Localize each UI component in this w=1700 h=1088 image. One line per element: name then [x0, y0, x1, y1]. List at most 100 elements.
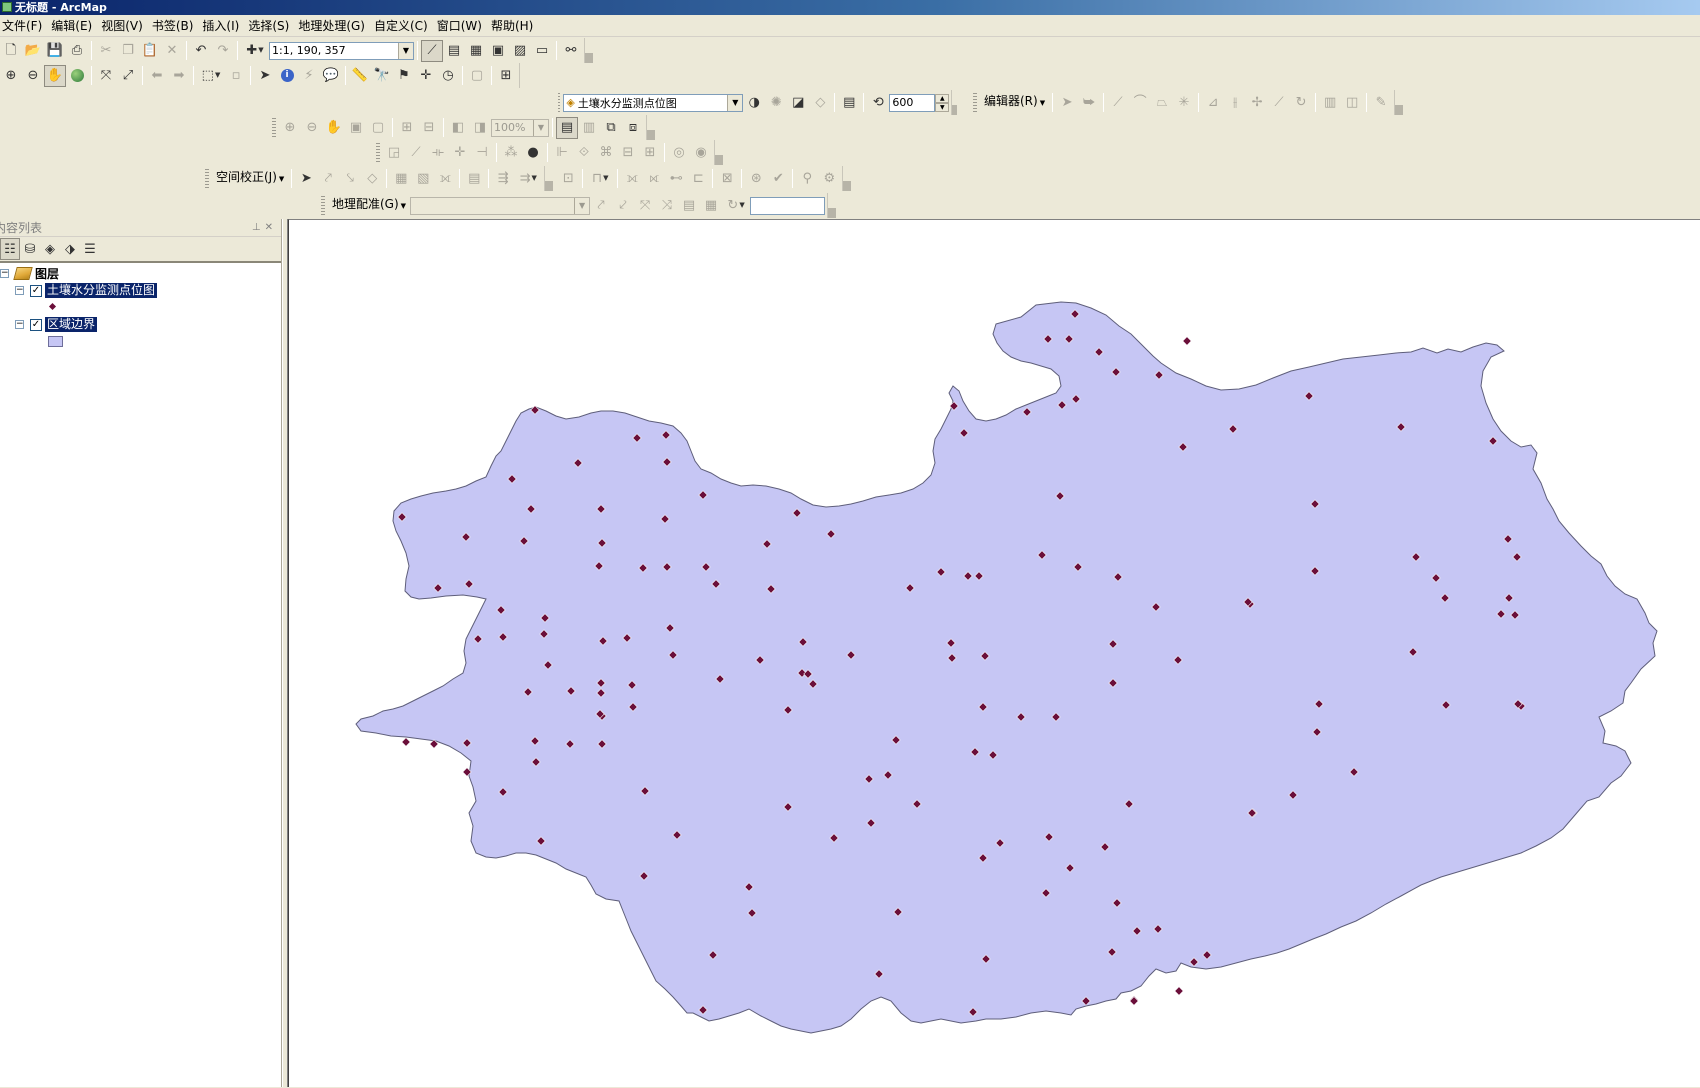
reshape-edge-icon[interactable]: ✛ — [449, 142, 471, 164]
monitoring-point[interactable] — [1182, 336, 1192, 346]
identity-link-icon[interactable]: ▦ — [390, 168, 412, 190]
copy-icon[interactable]: ❐ — [117, 40, 139, 62]
zoom-in-icon[interactable]: ⊕ — [0, 65, 22, 87]
zoom-percent-combo[interactable]: 100% ▼ — [491, 118, 549, 137]
print-icon[interactable]: ⎙ — [66, 40, 88, 62]
open-time-slider-icon[interactable]: ◷ — [437, 65, 459, 87]
zoom-whole-page-icon[interactable]: ▣ — [345, 117, 367, 139]
map-scale-combo[interactable]: 1:1, 190, 357 ▼ — [269, 41, 414, 60]
generate-links-icon[interactable]: ⟖ — [643, 168, 665, 190]
toolbar-grip[interactable] — [205, 169, 209, 188]
layer-visibility-checkbox[interactable]: ✓ — [30, 284, 42, 297]
error-inspector-icon[interactable]: ⊟ — [617, 142, 639, 164]
brightness-icon[interactable]: ✺ — [765, 92, 787, 114]
reshape-icon[interactable]: ⫲ — [1224, 92, 1246, 114]
rotate-georef-icon[interactable]: ↻ ▼ — [722, 195, 750, 217]
clear-links-icon[interactable]: ⊏ — [687, 168, 709, 190]
region-boundary-polygon[interactable] — [355, 301, 1658, 1034]
attributes-icon[interactable]: ▥ — [1319, 92, 1341, 114]
paste-icon[interactable]: 📋 — [139, 40, 161, 62]
error-inspector-window-icon[interactable]: ◎ — [668, 142, 690, 164]
georef-input[interactable] — [750, 196, 826, 215]
layout-pan-icon[interactable]: ✋ — [323, 117, 345, 139]
construct-features-icon[interactable]: ⟐ — [573, 142, 595, 164]
data-driven-pages-icon[interactable]: ⧈ — [622, 117, 644, 139]
zoom-to-link-icon[interactable]: ⤧ — [634, 195, 656, 217]
link-table-icon[interactable]: ✔ — [767, 168, 789, 190]
map-view[interactable] — [288, 219, 1700, 1087]
layer-item-monitoring-points[interactable]: − ✓ 土壤水分监测点位图 — [15, 282, 158, 299]
catalog-icon[interactable]: ▦ — [465, 40, 487, 62]
georeferencing-menu[interactable]: 地理配准(G) ▼ — [328, 193, 410, 218]
tolerance-spinner[interactable]: ▲ ▼ — [935, 93, 950, 112]
target-layer-combo[interactable]: ◈ 土壤水分监测点位图 ▼ — [563, 93, 744, 112]
new-displacement-link-icon[interactable]: ⤤ — [317, 168, 339, 190]
toolbar-options-icon[interactable] — [584, 38, 593, 63]
georef-table-icon[interactable]: ⊡ — [557, 168, 579, 190]
multi-displacement-icon[interactable]: ◇ — [361, 168, 383, 190]
toolbar-options-icon[interactable] — [646, 115, 655, 140]
identify-icon[interactable]: i — [276, 65, 298, 87]
topology-settings-icon[interactable]: ◉ — [690, 142, 712, 164]
align-edge-icon[interactable]: ⊣ — [471, 142, 493, 164]
add-data-icon[interactable]: ✚ ▼ — [241, 40, 269, 62]
rotate-icon[interactable]: ↻ — [1290, 92, 1312, 114]
toc-options-icon[interactable]: ☰ — [80, 238, 100, 260]
toolbar-options-icon[interactable] — [951, 90, 957, 115]
layout-zoom-in-icon[interactable]: ⊕ — [279, 117, 301, 139]
toolbar-options-icon[interactable] — [827, 193, 837, 218]
editor-menu[interactable]: 编辑器(R) ▼ — [980, 90, 1049, 115]
hyperlink-icon[interactable]: ⚡ — [298, 65, 320, 87]
menu-windows[interactable]: 窗口(W) — [435, 15, 489, 37]
topology-edit-icon[interactable]: ⟋ — [405, 142, 427, 164]
align-edges-icon[interactable]: ⟗ — [621, 168, 643, 190]
polygon-symbol-icon[interactable] — [48, 336, 63, 347]
pin-icon[interactable]: ⊥ — [252, 222, 265, 233]
chevron-down-icon[interactable]: ▼ — [727, 94, 743, 111]
redo-icon[interactable]: ↷ — [212, 40, 234, 62]
forward-icon[interactable]: ➡ — [168, 65, 190, 87]
save-icon[interactable]: 💾 — [44, 40, 66, 62]
menu-edit[interactable]: 编辑(E) — [49, 15, 99, 37]
toolbar-options-icon[interactable] — [714, 140, 723, 165]
edit-tool-icon[interactable]: ➤ — [1056, 92, 1078, 114]
view-link-table-icon[interactable]: ▦ — [700, 195, 722, 217]
collapse-icon[interactable]: − — [0, 269, 9, 278]
flicker-rate-icon[interactable]: ⟲ — [867, 92, 889, 114]
transfer-attributes-icon[interactable]: ⊷ — [665, 168, 687, 190]
list-by-selection-icon[interactable]: ⬗ — [60, 238, 80, 260]
georef-layer-combo[interactable]: ▼ — [410, 196, 591, 215]
fixed-zoom-in-icon[interactable]: ⤧ — [95, 65, 117, 87]
select-link-icon[interactable]: ⤦ — [612, 195, 634, 217]
create-features-icon[interactable]: ✎ — [1370, 92, 1392, 114]
edit-annotation-icon[interactable]: ⮩ — [1078, 92, 1100, 114]
edge-match-icon[interactable]: ⟗ — [434, 168, 456, 190]
modify-edge-icon[interactable]: ⟛ — [427, 142, 449, 164]
clear-selection-icon[interactable]: ▫ — [225, 65, 247, 87]
find-icon[interactable]: 🔭 — [371, 65, 393, 87]
monitoring-point[interactable] — [1174, 986, 1184, 996]
shared-features-icon[interactable]: ⊞ — [639, 142, 661, 164]
pan-icon[interactable]: ✋ — [44, 64, 66, 87]
list-by-visibility-icon[interactable]: ◈ — [40, 238, 60, 260]
spin-down-icon[interactable]: ▼ — [935, 102, 950, 112]
magnifier-icon[interactable]: ⊞ — [495, 65, 517, 87]
toolbar-options-icon[interactable] — [1394, 90, 1404, 115]
menu-bookmarks[interactable]: 书签(B) — [150, 15, 201, 37]
undo-icon[interactable]: ↶ — [190, 40, 212, 62]
straight-segment-icon[interactable]: ⟋ — [1107, 92, 1129, 114]
editor-toolbar-icon[interactable]: ⟋ — [421, 39, 443, 62]
toolbar-grip[interactable] — [376, 143, 380, 162]
list-by-drawing-order-icon[interactable]: ☷ — [0, 238, 20, 260]
settings-icon[interactable]: ⚙ — [818, 168, 840, 190]
toolbar-options-icon[interactable] — [842, 166, 852, 191]
layer-visibility-checkbox[interactable]: ✓ — [30, 318, 42, 331]
chevron-down-icon[interactable]: ▼ — [398, 42, 413, 59]
create-viewer-icon[interactable]: ▢ — [466, 65, 488, 87]
tolerance-input[interactable]: 600 — [889, 93, 936, 112]
fixed-zoom-in-layout-icon[interactable]: ⊞ — [396, 117, 418, 139]
chevron-down-icon[interactable]: ▼ — [533, 119, 548, 136]
change-layout-icon[interactable]: ⧉ — [600, 117, 622, 139]
generalize-icon[interactable]: ⁂ — [500, 142, 522, 164]
menu-file[interactable]: 文件(F) — [0, 15, 49, 37]
